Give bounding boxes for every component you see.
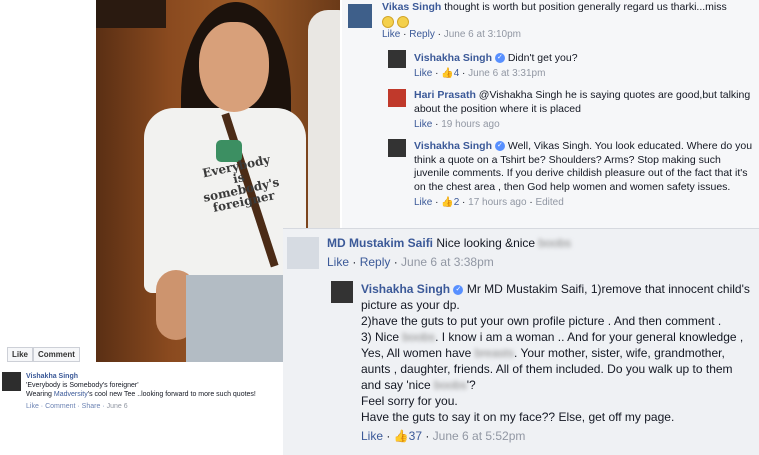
avatar[interactable] xyxy=(331,281,353,303)
left-comment-link[interactable]: Comment xyxy=(45,403,75,410)
jeans xyxy=(186,275,286,362)
left-post-body: Wearing Madversity's cool new Tee ..look… xyxy=(26,390,286,399)
comment-body: Nice looking &nice xyxy=(436,236,536,250)
comment-thread-top: Vikas Singh thought is worth but positio… xyxy=(342,0,759,230)
comment-time[interactable]: June 6 at 3:38pm xyxy=(401,255,494,269)
comment-mustakim: MD Mustakim Saifi Nice looking &nice boo… xyxy=(327,235,752,270)
left-post-actions: Like · Comment · Share · June 6 xyxy=(26,403,128,410)
comment-meta: Like · 👍4 · June 6 at 3:31pm xyxy=(414,67,546,79)
comment-author[interactable]: MD Mustakim Saifi xyxy=(327,236,433,250)
blurred-word: breasts xyxy=(474,346,514,360)
avatar[interactable] xyxy=(348,4,372,28)
thumbs-up-icon: 👍 xyxy=(441,197,454,208)
like-link[interactable]: Like xyxy=(327,255,349,269)
wall-frame xyxy=(96,0,166,28)
avatar[interactable] xyxy=(388,139,406,157)
line3-part-a: 3) Nice xyxy=(361,330,400,344)
comment-body: Didn't get you? xyxy=(507,52,578,64)
comment-meta: Like · 19 hours ago xyxy=(414,119,500,130)
comment-body: thought is worth but position generally … xyxy=(444,1,727,13)
left-post-text: Vishakha Singh 'Everybody is Somebody's … xyxy=(26,372,286,411)
left-like-link[interactable]: Like xyxy=(26,403,39,410)
avatar[interactable] xyxy=(388,50,406,68)
like-link[interactable]: Like xyxy=(361,429,383,443)
verified-icon: ✓ xyxy=(453,284,464,295)
left-share-link[interactable]: Share xyxy=(82,403,101,410)
comment-meta: Like · 👍37 · June 6 at 5:52pm xyxy=(361,429,526,443)
brand-link[interactable]: Madversity xyxy=(54,391,88,398)
left-post-panel: Everybody is somebody's foreigner Like C… xyxy=(0,0,340,455)
avatar[interactable] xyxy=(388,89,406,107)
comment-time[interactable]: June 6 at 5:52pm xyxy=(433,429,526,443)
post-comment-button[interactable]: Comment xyxy=(33,347,80,362)
thumbs-up-icon: 👍 xyxy=(441,67,454,79)
comment-line-3: 3) Nice boobs. I know i am a woman .. An… xyxy=(361,329,753,393)
comment-meta: Like · Reply · June 6 at 3:38pm xyxy=(327,255,494,269)
avatar[interactable] xyxy=(287,237,319,269)
left-post-suffix: 's cool new Tee ..looking forward to mor… xyxy=(87,391,256,398)
reply-link[interactable]: Reply xyxy=(409,29,435,40)
left-post-author[interactable]: Vishakha Singh xyxy=(26,372,286,381)
like-link[interactable]: Like xyxy=(414,197,432,208)
comment-author[interactable]: Vishakha Singh xyxy=(414,140,492,152)
post-like-button[interactable]: Like xyxy=(7,347,34,362)
comment-vishakha-1: Vishakha Singh ✓ Didn't get you? Like · … xyxy=(414,52,754,80)
comment-vishakha-3: Vishakha Singh ✓ Mr MD Mustakim Saifi, 1… xyxy=(361,281,753,444)
comment-author[interactable]: Vikas Singh xyxy=(382,1,441,13)
comment-vishakha-2: Vishakha Singh ✓ Well, Vikas Singh. You … xyxy=(414,140,754,209)
verified-icon: ✓ xyxy=(494,53,505,64)
comment-line-2: 2)have the guts to put your own profile … xyxy=(361,314,722,328)
face xyxy=(199,22,269,112)
left-post-quote: 'Everybody is Somebody's foreigner' xyxy=(26,382,139,389)
comment-time[interactable]: June 6 at 3:31pm xyxy=(468,68,545,79)
comment-time[interactable]: June 6 at 3:10pm xyxy=(444,29,521,40)
comment-meta: Like · Reply · June 6 at 3:10pm xyxy=(382,29,521,40)
avatar[interactable] xyxy=(2,372,21,391)
like-link[interactable]: Like xyxy=(414,119,432,130)
comment-line-4: Feel sorry for you. xyxy=(361,394,458,408)
likes-count[interactable]: 4 xyxy=(454,68,460,79)
comment-vikas: Vikas Singh thought is worth but positio… xyxy=(382,1,754,41)
comment-author[interactable]: Vishakha Singh xyxy=(414,52,492,64)
comment-line-5: Have the guts to say it on my face?? Els… xyxy=(361,410,675,424)
like-link[interactable]: Like xyxy=(382,29,400,40)
left-post-prefix: Wearing xyxy=(26,391,52,398)
likes-count[interactable]: 37 xyxy=(409,429,422,443)
blurred-word: boobs xyxy=(434,378,467,392)
thumbs-up-icon: 👍 xyxy=(393,429,409,443)
line3-part-d: '? xyxy=(466,378,476,392)
emoji-icon xyxy=(382,15,394,28)
blurred-word: boobs xyxy=(538,236,572,250)
like-link[interactable]: Like xyxy=(414,68,432,79)
verified-icon: ✓ xyxy=(494,141,505,152)
emoji-icon xyxy=(396,15,409,28)
comment-time[interactable]: 19 hours ago xyxy=(441,119,499,130)
left-post-date: June 6 xyxy=(106,403,128,410)
edited-label[interactable]: Edited xyxy=(535,197,563,208)
blurred-word: boobs xyxy=(402,330,436,344)
comment-time[interactable]: 17 hours ago xyxy=(468,197,526,208)
comment-thread-bottom: MD Mustakim Saifi Nice looking &nice boo… xyxy=(283,228,759,455)
comment-author[interactable]: Hari Prasath xyxy=(414,89,476,101)
likes-count[interactable]: 2 xyxy=(454,197,460,208)
comment-author[interactable]: Vishakha Singh xyxy=(361,282,450,296)
comment-hari: Hari Prasath @Vishakha Singh he is sayin… xyxy=(414,89,752,131)
reply-link[interactable]: Reply xyxy=(360,255,391,269)
comment-meta: Like · 👍2 · 17 hours ago · Edited xyxy=(414,197,564,208)
